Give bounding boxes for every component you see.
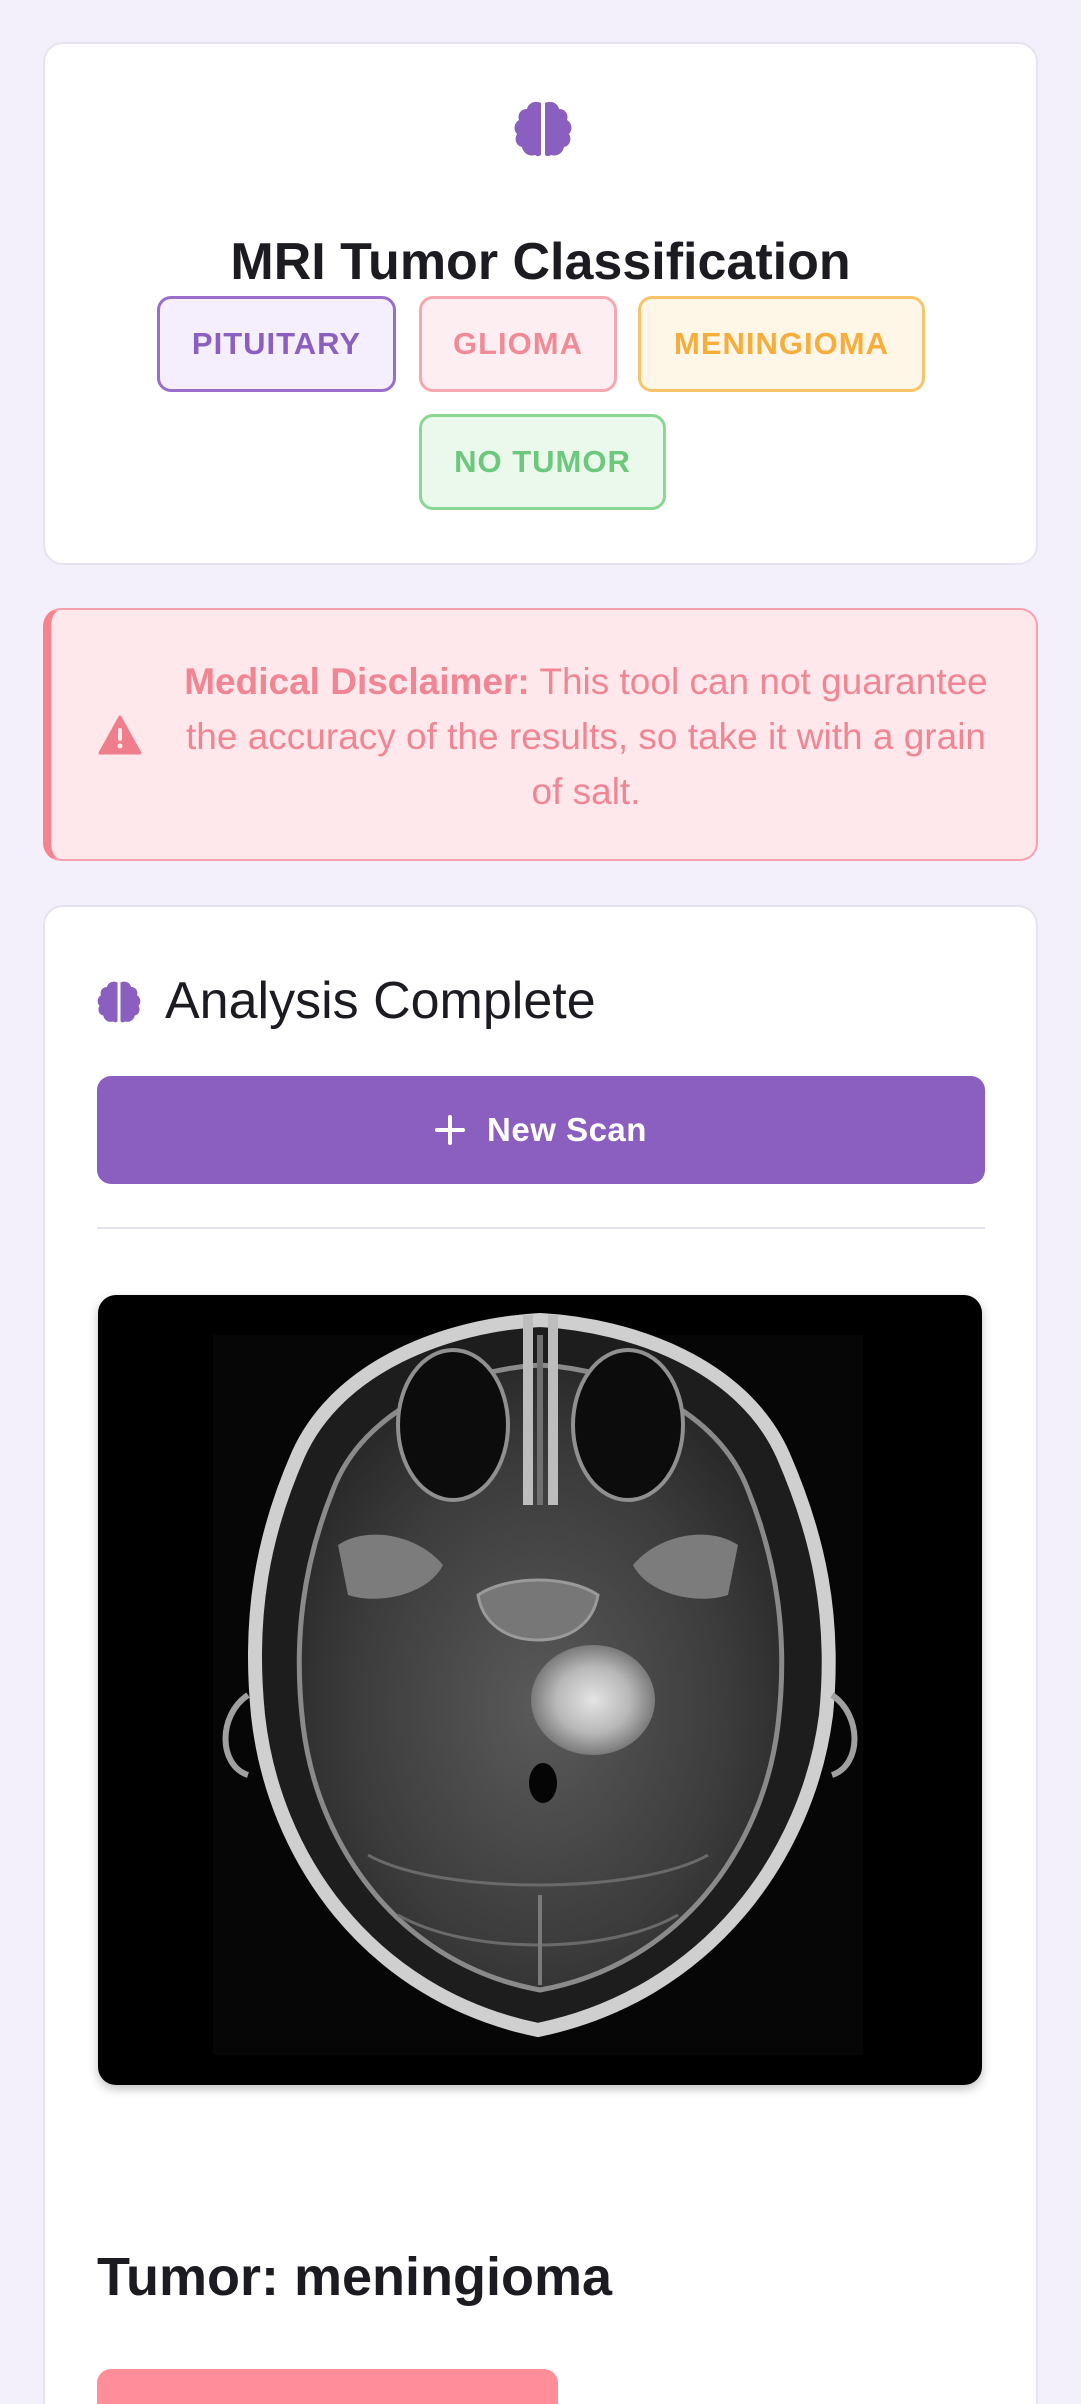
result-badge xyxy=(97,2369,558,2404)
brain-icon xyxy=(97,981,141,1023)
plus-icon xyxy=(435,1115,466,1145)
mri-scan-graphic xyxy=(213,1312,863,2055)
classification-result: Tumor: meningioma xyxy=(97,2247,613,2307)
results-card: Analysis Complete New Scan Tumor: mening… xyxy=(43,905,1038,2404)
disclaimer-banner: Medical Disclaimer: This tool can not gu… xyxy=(43,608,1038,861)
brain-icon xyxy=(514,101,572,157)
disclaimer-text: Medical Disclaimer: This tool can not gu… xyxy=(176,654,996,819)
category-chip-no-tumor: NO TUMOR xyxy=(419,414,666,510)
new-scan-button[interactable]: New Scan xyxy=(97,1076,985,1184)
disclaimer-heading: Medical Disclaimer: xyxy=(184,661,530,702)
page-title: MRI Tumor Classification xyxy=(230,233,851,291)
category-chip-glioma: GLIOMA xyxy=(419,296,617,392)
category-chip-pituitary: PITUITARY xyxy=(157,296,396,392)
divider xyxy=(97,1227,985,1229)
warning-icon xyxy=(98,715,142,755)
new-scan-label: New Scan xyxy=(487,1111,647,1148)
category-chip-meningioma: MENINGIOMA xyxy=(638,296,925,392)
mri-scan-image xyxy=(98,1295,982,2085)
header-card: MRI Tumor Classification PITUITARY GLIOM… xyxy=(43,42,1038,565)
results-title: Analysis Complete xyxy=(165,972,596,1030)
